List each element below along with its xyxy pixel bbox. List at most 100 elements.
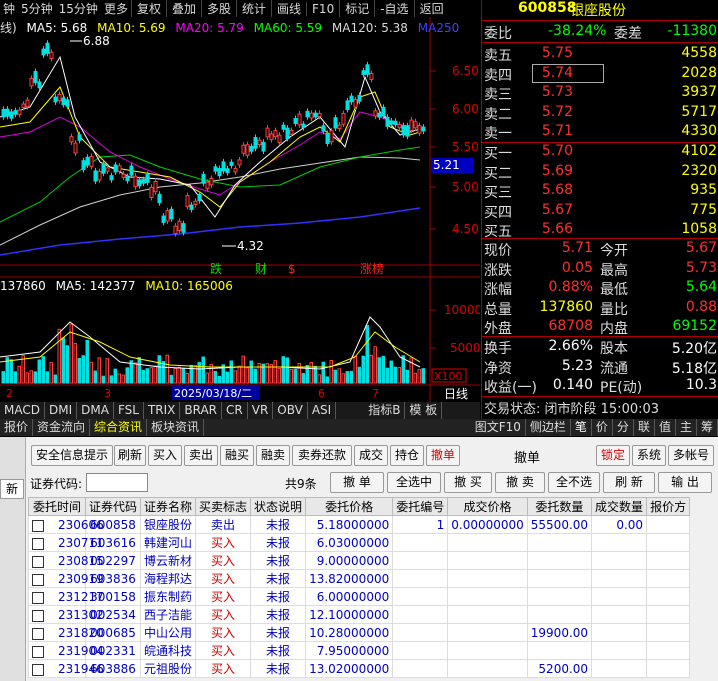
order-row[interactable]: 230919 603836 海程邦达 买入 未报 13.82000000	[28, 569, 691, 588]
row-checkbox[interactable]	[32, 537, 44, 550]
tab-trix[interactable]: TRIX	[144, 402, 181, 419]
tab-obv[interactable]: OBV	[273, 402, 308, 419]
lock-button[interactable]: 锁定	[596, 445, 630, 466]
quote-tab-jia[interactable]: 价	[592, 419, 613, 436]
sidebar-button[interactable]: 侧边栏	[526, 419, 571, 436]
tab-fund-flow[interactable]: 资金流向	[33, 419, 91, 436]
kline-chart[interactable]: 6.50 6.00 5.50 5.00 4.50 6.88 4.32 跌 财 $ 涨榜 …	[0, 17, 482, 402]
event-marker-dollar[interactable]: $	[288, 262, 296, 276]
draw-line-button[interactable]: 画线	[271, 0, 306, 17]
system-button[interactable]: 系统	[632, 445, 666, 466]
tab-general-news[interactable]: 综合资讯	[90, 419, 148, 436]
sell-repay-button[interactable]: 卖券还款	[292, 445, 352, 466]
quote-tab-zhi[interactable]: 值	[655, 419, 676, 436]
quote-value: 5.68	[541, 182, 573, 198]
row-checkbox[interactable]	[32, 645, 44, 658]
order-row[interactable]: 231946 603886 元祖股份 买入 未报 13.02000000 5200.00	[28, 659, 691, 678]
col-deal-qty[interactable]: 成交数量	[591, 497, 648, 516]
overlay-button[interactable]: 叠加	[165, 0, 201, 17]
col-order-no[interactable]: 委托编号	[392, 497, 449, 516]
tab-dma[interactable]: DMA	[77, 402, 114, 419]
buy-button[interactable]: 买入	[148, 445, 182, 466]
volume-bar	[21, 355, 25, 384]
refresh-button[interactable]: 刷新	[114, 445, 146, 466]
tab-sector-news[interactable]: 板块资讯	[147, 419, 205, 436]
cancel-sell-button[interactable]: 撤 卖	[495, 472, 545, 493]
new-button[interactable]: 新	[0, 479, 24, 499]
deal-button[interactable]: 成交	[354, 445, 388, 466]
margin-buy-button[interactable]: 融买	[220, 445, 254, 466]
cancel-buy-button[interactable]: 撤 买	[444, 472, 492, 493]
order-row[interactable]: 230606 600858 银座股份 卖出 未报 5.18000000 1 0.0000000…	[28, 515, 691, 534]
row-checkbox[interactable]	[32, 609, 44, 622]
sell-button[interactable]: 卖出	[184, 445, 218, 466]
col-qty[interactable]: 委托数量	[526, 497, 593, 516]
tab-quote[interactable]: 报价	[0, 419, 34, 436]
order-row[interactable]: 231904 002331 皖通科技 买入 未报 7.95000000	[28, 641, 691, 660]
safety-info-button[interactable]: 安全信息提示	[31, 445, 113, 466]
order-row[interactable]: 230711 603616 韩建河山 买入 未报 6.03000000	[28, 533, 691, 552]
back-button[interactable]: 返回	[413, 0, 449, 17]
row-checkbox[interactable]	[32, 555, 44, 568]
graphic-f10-button[interactable]: 图文F10	[471, 419, 526, 436]
deselect-all-button[interactable]: 全不选	[548, 472, 600, 493]
quote-tab-lian[interactable]: 联	[634, 419, 655, 436]
row-checkbox[interactable]	[32, 627, 44, 640]
row-checkbox[interactable]	[32, 519, 44, 532]
period-more[interactable]: 更多	[101, 0, 131, 17]
select-all-button[interactable]: 全选中	[387, 472, 441, 493]
col-quote-party[interactable]: 报价方	[646, 497, 691, 516]
col-name[interactable]: 证券名称	[140, 497, 197, 516]
event-marker-die[interactable]: 跌	[210, 261, 222, 276]
cancel-button[interactable]: 撤 单	[330, 472, 384, 493]
tab-cr[interactable]: CR	[222, 402, 248, 419]
tab-vr[interactable]: VR	[248, 402, 274, 419]
tab-template[interactable]: 模 板	[405, 402, 443, 419]
multi-stock-button[interactable]: 多股	[200, 0, 236, 17]
day-period-label[interactable]: 日线	[444, 387, 468, 401]
order-row[interactable]: 231820 000685 中山公用 买入 未报 10.28000000 19900.00	[28, 623, 691, 642]
quote-tab-fen[interactable]: 分	[613, 419, 634, 436]
period-15min[interactable]: 15分钟	[56, 0, 101, 17]
col-side[interactable]: 买卖标志	[195, 497, 252, 516]
refresh-list-button[interactable]: 刷 新	[603, 472, 655, 493]
multi-account-button[interactable]: 多帐号	[668, 445, 714, 466]
row-checkbox[interactable]	[32, 663, 44, 676]
export-button[interactable]: 输 出	[658, 472, 712, 493]
col-status[interactable]: 状态说明	[250, 497, 307, 516]
remove-favorite-button[interactable]: -自选	[374, 0, 413, 17]
quote-tab-zhu[interactable]: 主	[676, 419, 697, 436]
col-deal-price[interactable]: 成交价格	[447, 497, 528, 516]
col-code[interactable]: 证券代码	[84, 497, 142, 516]
legend-prefix: 线)	[0, 21, 17, 35]
tab-brar[interactable]: BRAR	[180, 402, 223, 419]
kline-svg[interactable]: 6.506.005.505.004.50 6.88 4.32 跌 财 $ 涨榜 …	[0, 17, 482, 402]
tab-indicator-b[interactable]: 指标B	[364, 402, 406, 419]
tab-macd[interactable]: MACD	[0, 402, 45, 419]
order-row[interactable]: 230815 002297 博云新材 买入 未报 9.00000000	[28, 551, 691, 570]
fuquan-button[interactable]: 复权	[130, 0, 166, 17]
event-marker-zhangbang[interactable]: 涨榜	[360, 261, 384, 276]
order-row[interactable]: 231302 002534 西子洁能 买入 未报 12.10000000	[28, 605, 691, 624]
tab-dmi[interactable]: DMI	[45, 402, 78, 419]
code-input[interactable]	[86, 473, 148, 492]
event-marker-cai[interactable]: 财	[255, 262, 267, 276]
stats-button[interactable]: 统计	[236, 0, 271, 17]
period-5min[interactable]: 5分钟	[18, 0, 56, 17]
cancel-order-tab-button[interactable]: 撤单	[426, 445, 460, 466]
period-1min[interactable]: 钟	[0, 0, 18, 17]
position-button[interactable]: 持仓	[390, 445, 424, 466]
quote-tab-chou[interactable]: 筹	[697, 419, 718, 436]
tab-fsl[interactable]: FSL	[114, 402, 144, 419]
col-price[interactable]: 委托价格	[305, 497, 394, 516]
volume-bar	[389, 360, 393, 384]
tab-asi[interactable]: ASI	[308, 402, 337, 419]
mark-button[interactable]: 标记	[339, 0, 374, 17]
order-row[interactable]: 231217 300158 振东制药 买入 未报 6.00000000	[28, 587, 691, 606]
row-checkbox[interactable]	[32, 591, 44, 604]
f10-button[interactable]: F10	[306, 1, 339, 16]
quote-tab-bi[interactable]: 笔	[571, 419, 592, 436]
row-checkbox[interactable]	[32, 573, 44, 586]
margin-sell-button[interactable]: 融卖	[256, 445, 290, 466]
col-time[interactable]: 委托时间	[28, 497, 86, 516]
